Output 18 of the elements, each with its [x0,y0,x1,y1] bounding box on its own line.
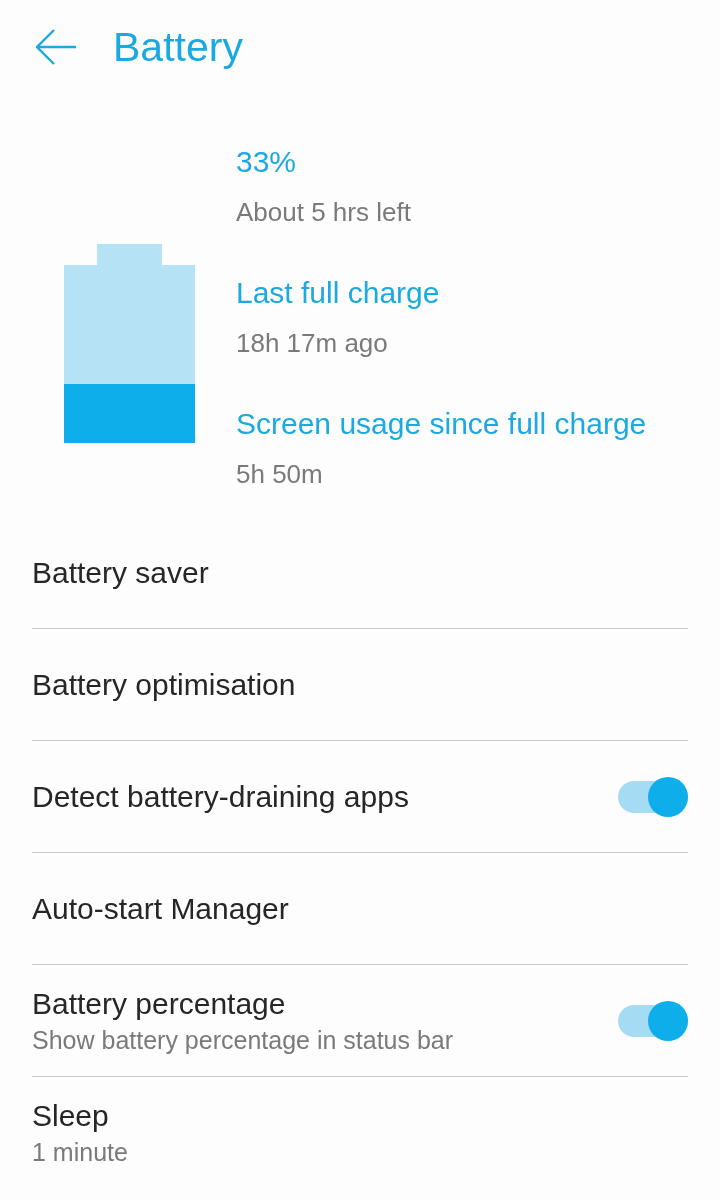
toggle-switch[interactable] [618,776,688,817]
stat-title: Screen usage since full charge [236,406,647,442]
stat-title: Last full charge [236,275,441,311]
page-title: Battery [113,23,243,71]
setting-title[interactable]: Battery optimisation [32,666,296,703]
setting-title[interactable]: Detect battery-draining apps [32,778,409,815]
setting-title[interactable]: Auto-start Manager [32,890,289,927]
stat-detail: About 5 hrs left [236,196,412,229]
setting-title[interactable]: Battery saver [32,554,209,591]
setting-summary: 1 minute [32,1136,128,1168]
stat-detail: 5h 50m [236,458,324,491]
setting-summary: Show battery percentage in status bar [32,1024,454,1056]
setting-title[interactable]: Sleep [32,1097,128,1134]
toggle-switch[interactable] [618,1000,688,1041]
stat-title: 33% [236,144,298,180]
stat-detail: 18h 17m ago [236,327,389,360]
back-arrow-icon[interactable] [36,29,76,65]
setting-title[interactable]: Battery percentage [32,985,454,1022]
